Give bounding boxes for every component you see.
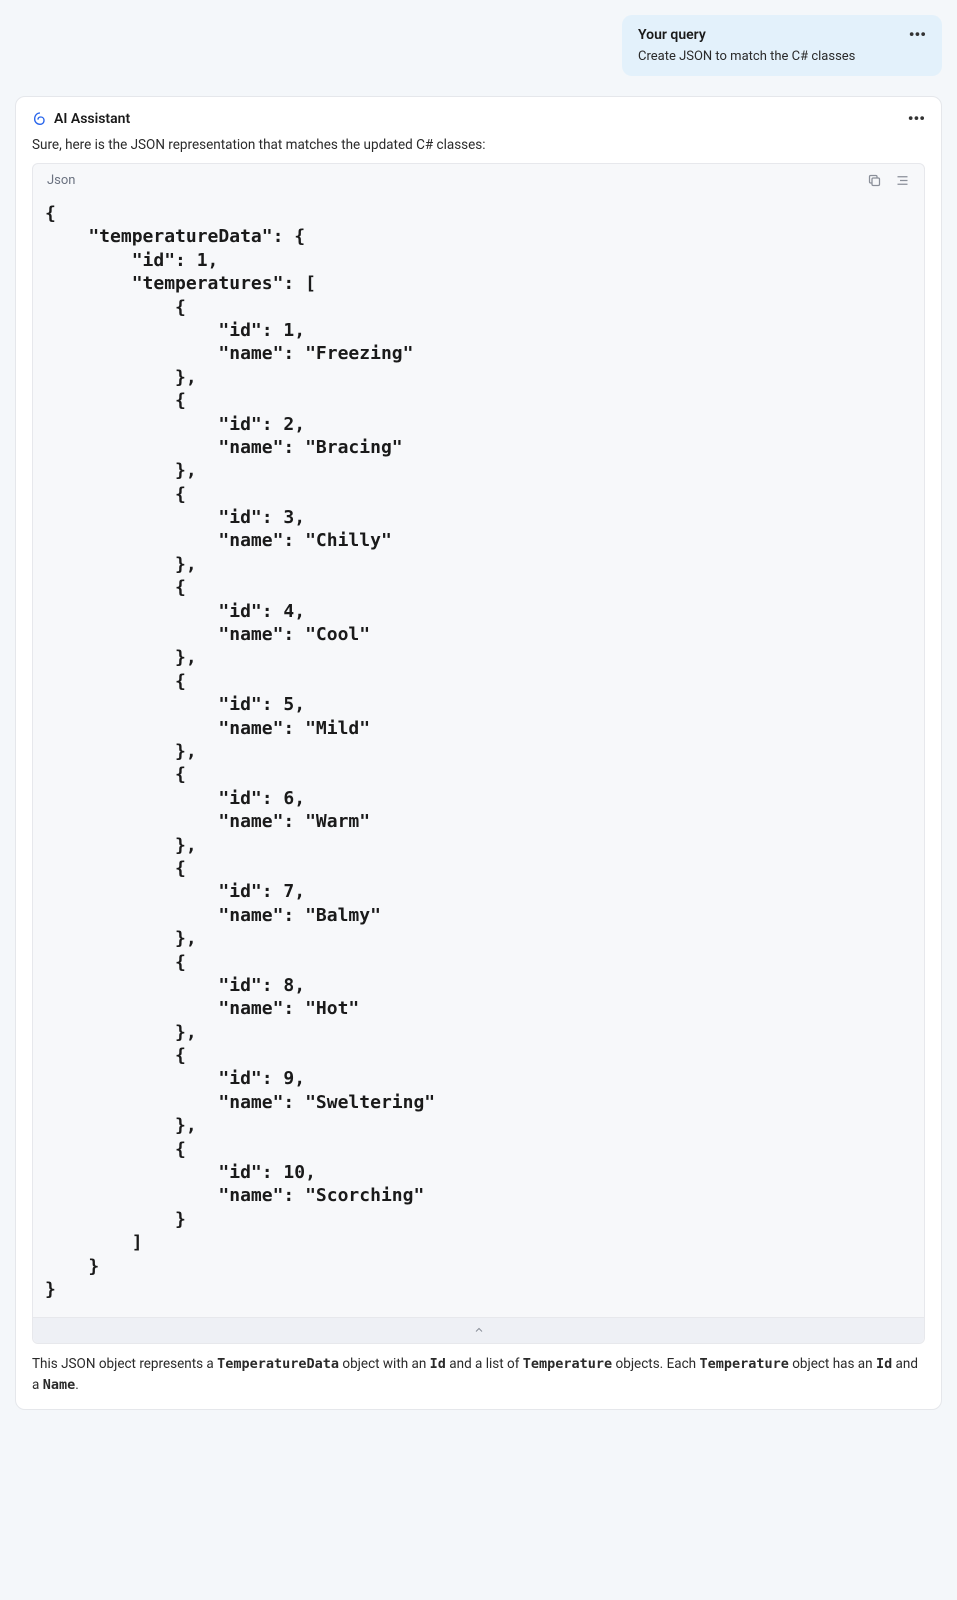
format-icon[interactable] [894, 172, 910, 188]
footer-code: Temperature [523, 1356, 612, 1372]
footer-segment: object has an [789, 1356, 876, 1372]
code-content[interactable]: { "temperatureData": { "id": 1, "tempera… [33, 196, 924, 1317]
chevron-up-icon [473, 1326, 485, 1339]
collapse-bar[interactable] [33, 1317, 924, 1343]
more-icon[interactable]: ••• [908, 111, 925, 127]
footer-code: Id [876, 1356, 892, 1372]
footer-code: TemperatureData [217, 1356, 339, 1372]
assistant-panel: AI Assistant ••• Sure, here is the JSON … [15, 96, 942, 1410]
swirl-icon [32, 111, 48, 127]
footer-segment: objects. Each [612, 1356, 699, 1372]
assistant-intro: Sure, here is the JSON representation th… [32, 137, 925, 153]
assistant-title-wrap: AI Assistant [32, 111, 130, 127]
user-query-bubble: Your query ••• Create JSON to match the … [622, 15, 942, 76]
assistant-footer-text: This JSON object represents a Temperatur… [32, 1354, 925, 1395]
query-text: Create JSON to match the C# classes [638, 49, 926, 64]
footer-code: Id [430, 1356, 446, 1372]
query-label: Your query [638, 27, 706, 43]
code-block-header: Json [33, 164, 924, 196]
assistant-title: AI Assistant [54, 111, 130, 127]
more-icon[interactable]: ••• [909, 27, 926, 43]
footer-code: Name [43, 1377, 76, 1393]
footer-segment: . [75, 1377, 79, 1393]
code-actions [866, 172, 910, 188]
footer-code: Temperature [699, 1356, 788, 1372]
footer-segment: object with an [339, 1356, 430, 1372]
code-language-label: Json [47, 173, 75, 188]
footer-segment: and a list of [446, 1356, 523, 1372]
query-header: Your query ••• [638, 27, 926, 43]
code-block: Json { "temperatureData": { [32, 163, 925, 1344]
copy-icon[interactable] [866, 172, 882, 188]
assistant-header: AI Assistant ••• [32, 111, 925, 127]
footer-segment: This JSON object represents a [32, 1356, 217, 1372]
